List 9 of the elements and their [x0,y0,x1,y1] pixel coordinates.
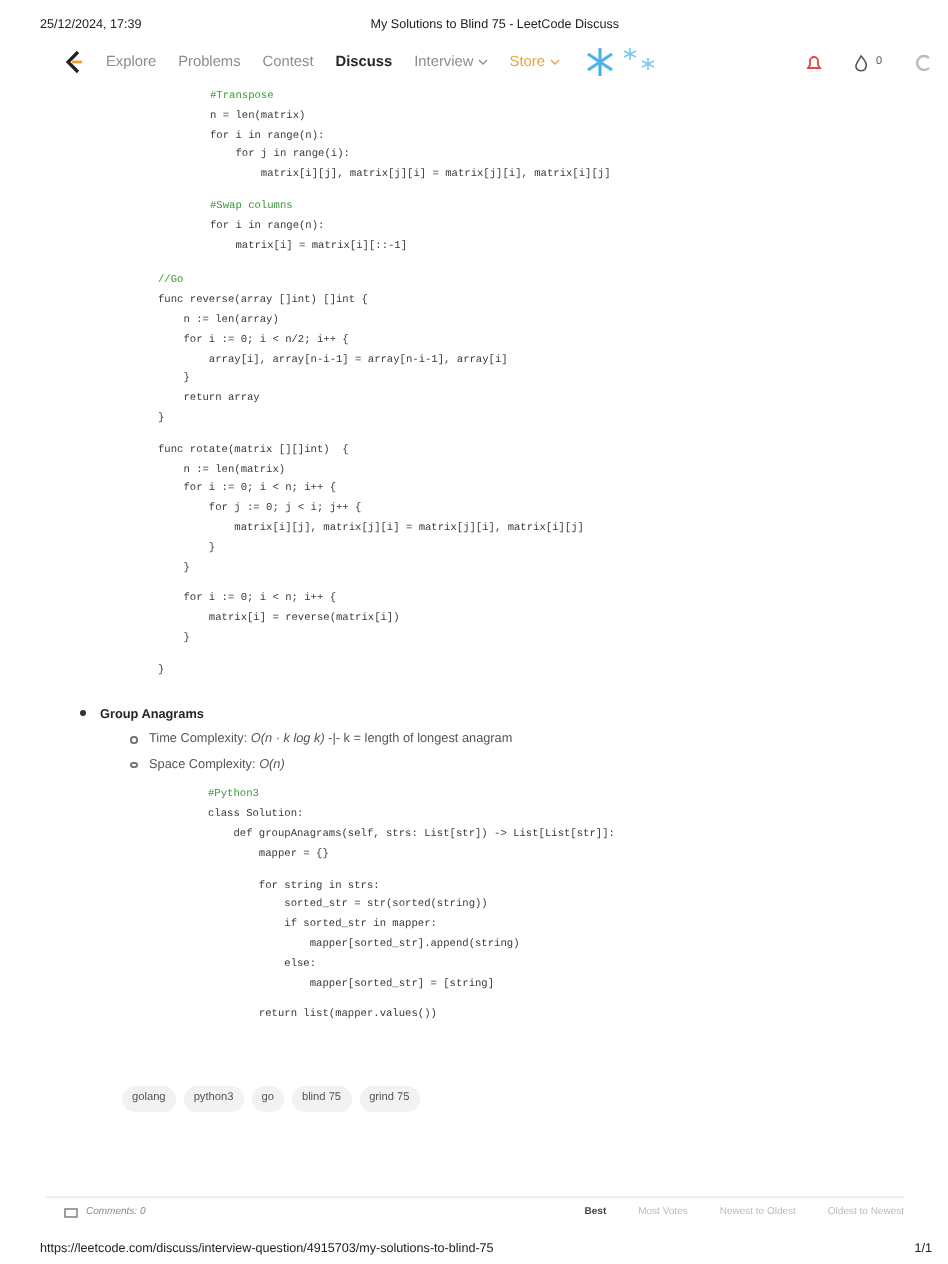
comment-icon [64,1207,78,1220]
bullet-icon [130,761,137,769]
bell-icon[interactable] [805,53,822,71]
logo-icon[interactable] [64,50,84,74]
bullet-icon [130,736,137,744]
chevron-icon [549,58,559,67]
bullet-icon [80,709,86,716]
flame-icon[interactable] [853,53,868,71]
chevron-icon [477,58,488,67]
